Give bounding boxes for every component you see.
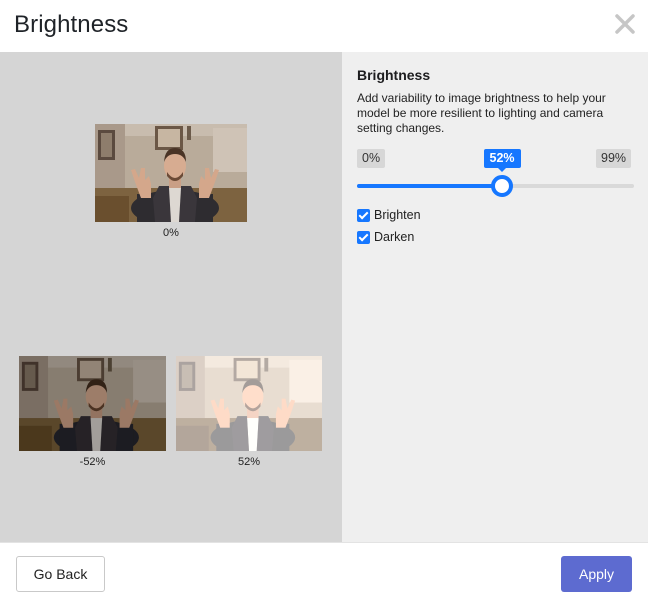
preview-brighten-caption: 52% [237, 456, 261, 468]
settings-title: Brightness [357, 67, 431, 83]
slider-value-label: 52% [483, 149, 521, 172]
preview-brighten-image [176, 356, 322, 451]
darken-label: Darken [374, 230, 415, 244]
preview-pane: 0% -52% 52% [0, 52, 342, 542]
preview-darken-caption: -52% [79, 456, 106, 468]
dialog-title: Brightness [14, 11, 129, 38]
apply-button[interactable]: Apply [561, 556, 632, 592]
darken-option[interactable]: Darken [357, 229, 414, 245]
settings-pane: Brightness Add variability to image brig… [342, 52, 648, 542]
slider-handle[interactable] [491, 175, 513, 197]
preview-original-caption: 0% [163, 227, 179, 239]
preview-original-image [95, 124, 247, 222]
settings-description: Add variability to image brightness to h… [357, 91, 606, 135]
brightness-slider[interactable] [357, 174, 634, 198]
close-icon[interactable] [612, 11, 638, 37]
go-back-button[interactable]: Go Back [16, 556, 105, 592]
brightness-dialog: Brightness 0% -52% 52% Brightness Add va… [0, 0, 648, 605]
dialog-header: Brightness [0, 0, 648, 52]
dialog-footer: Go Back Apply [0, 542, 648, 605]
darken-checkbox[interactable] [357, 230, 370, 244]
slider-fill [357, 184, 502, 188]
brighten-label: Brighten [374, 208, 421, 222]
brighten-option[interactable]: Brighten [357, 207, 421, 223]
slider-max-label: 99% [596, 149, 632, 168]
brighten-checkbox[interactable] [357, 208, 370, 222]
slider-min-label: 0% [357, 149, 386, 168]
preview-darken-image [19, 356, 166, 451]
